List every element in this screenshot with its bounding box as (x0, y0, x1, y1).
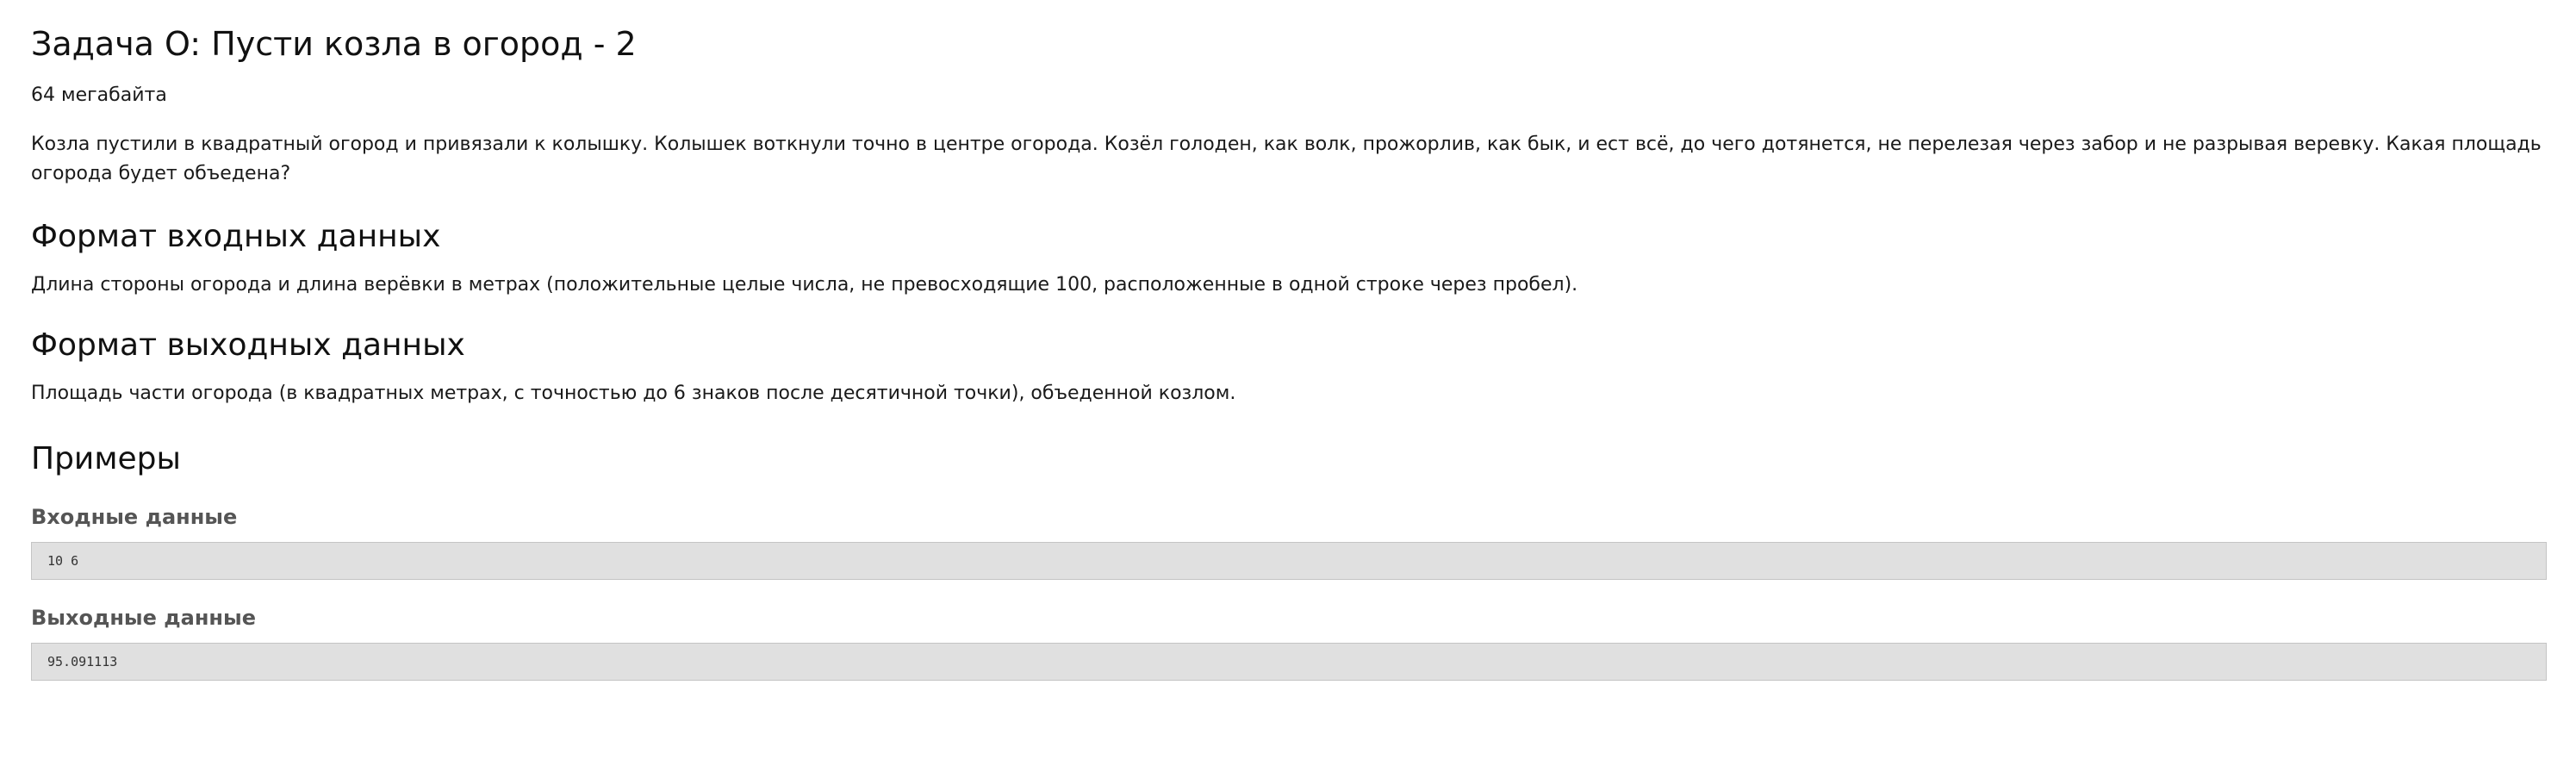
example-output-box[interactable]: 95.091113 (31, 643, 2547, 681)
output-format-heading: Формат выходных данных (31, 327, 465, 363)
input-format-text: Длина стороны огорода и длина верёвки в … (31, 274, 1578, 296)
problem-legend: Козла пустили в квадратный огород и прив… (31, 134, 2542, 184)
examples-heading: Примеры (31, 441, 181, 476)
example-input-label: Входные данные (31, 505, 238, 529)
example-input-box[interactable]: 10 6 (31, 542, 2547, 580)
problem-title: Задача O: Пусти козла в огород - 2 (31, 25, 637, 63)
output-format-text: Площадь части огорода (в квадратных метр… (31, 383, 1236, 404)
input-format-heading: Формат входных данных (31, 219, 441, 254)
problem-page: Задача O: Пусти козла в огород - 2 64 ме… (0, 0, 2576, 772)
memory-limit: 64 мегабайта (31, 84, 167, 106)
example-output-label: Выходные данные (31, 606, 256, 630)
